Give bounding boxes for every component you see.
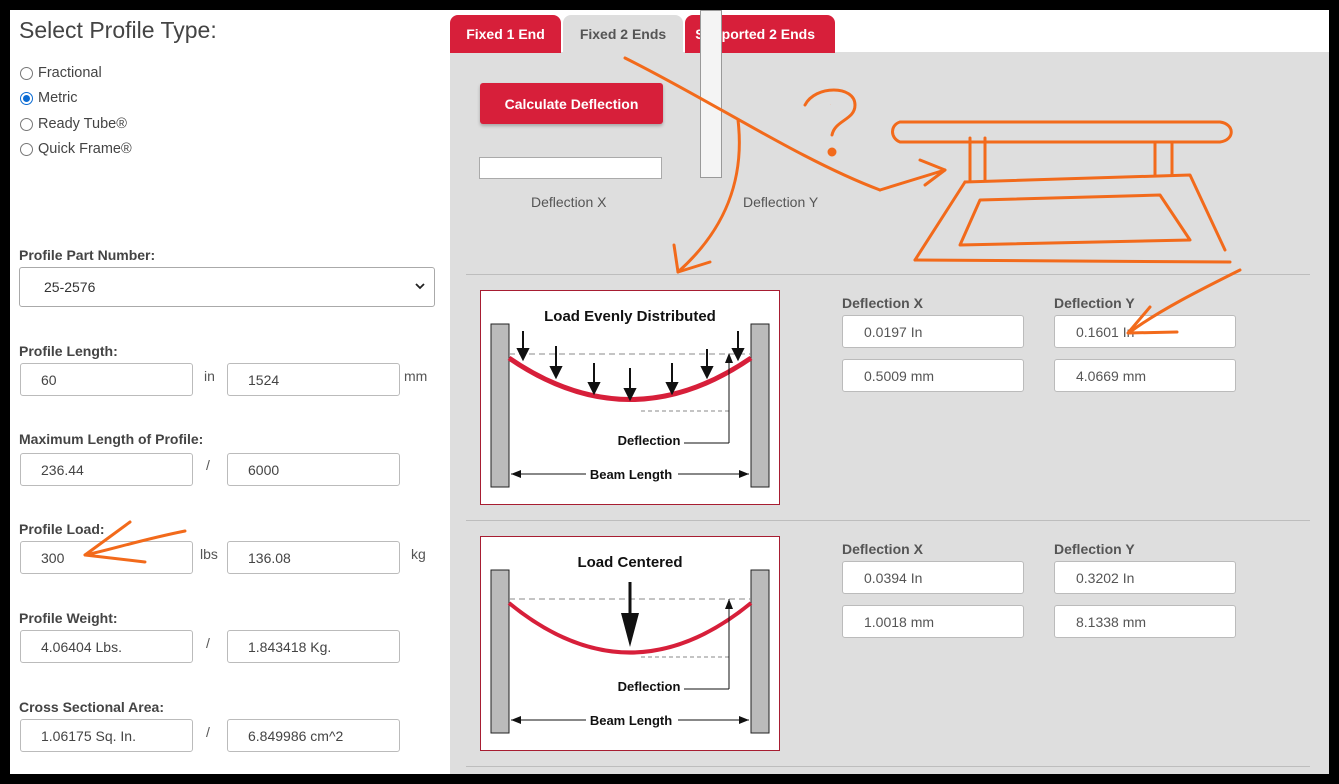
cross-section-cm-input[interactable]: 6.849986 cm^2 (227, 719, 400, 752)
profile-load-kg-input[interactable]: 136.08 (227, 541, 400, 574)
radio-button[interactable] (20, 91, 33, 105)
chevron-down-icon (415, 283, 425, 290)
tab-fixed-2-ends[interactable]: Fixed 2 Ends (563, 15, 683, 53)
radio-quick-frame[interactable]: Quick Frame® (20, 141, 132, 157)
profile-length-in-input[interactable]: 60 (20, 363, 193, 396)
app-frame: Select Profile Type: Fractional Metric R… (10, 10, 1329, 774)
profile-length-mm-input[interactable]: 1524 (227, 363, 400, 396)
result-deflection-y-label: Deflection Y (1054, 541, 1135, 557)
divider (466, 520, 1310, 521)
beam-diagram-distributed: Load Evenly Distributed Deflection Beam … (490, 308, 770, 488)
separator: / (206, 635, 210, 651)
radio-button[interactable] (20, 117, 33, 131)
profile-load-label: Profile Load: (19, 521, 105, 537)
unit-in: in (204, 368, 215, 384)
deflection-panel: Fixed 1 End Fixed 2 Ends Supported 2 End… (450, 10, 1329, 774)
result-deflection-y-label: Deflection Y (1054, 295, 1135, 311)
calculate-deflection-button[interactable]: Calculate Deflection (480, 83, 663, 124)
result-deflection-x-label: Deflection X (842, 541, 923, 557)
cross-section-in-input[interactable]: 1.06175 Sq. In. (20, 719, 193, 752)
deflection-x-in-output[interactable]: 0.0197 In (842, 315, 1024, 348)
profile-weight-label: Profile Weight: (19, 610, 118, 626)
beam-diagram-centered: Load Centered Deflection Beam Length (490, 554, 770, 734)
radio-label: Quick Frame® (38, 141, 132, 157)
radio-ready-tube[interactable]: Ready Tube® (20, 116, 127, 132)
deflection-y-in-output[interactable]: 0.1601 In (1054, 315, 1236, 348)
max-length-mm-input[interactable]: 6000 (227, 453, 400, 486)
profile-length-label: Profile Length: (19, 343, 118, 359)
result-deflection-x-label: Deflection X (842, 295, 923, 311)
diagram-title: Load Centered (577, 554, 682, 571)
deflection-caption: Deflection (618, 433, 681, 448)
deflection-caption: Deflection (618, 679, 681, 694)
separator: / (206, 457, 210, 473)
radio-fractional[interactable]: Fractional (20, 65, 102, 81)
unit-kg: kg (411, 546, 426, 562)
separator: / (206, 724, 210, 740)
profile-load-lbs-input[interactable]: 300 (20, 541, 193, 574)
load-arrows (516, 331, 745, 402)
unit-lbs: lbs (200, 546, 218, 562)
part-number-select[interactable]: 25-2576 (19, 267, 435, 307)
unit-mm: mm (404, 368, 428, 384)
profile-weight-kg-input[interactable]: 1.843418 Kg. (227, 630, 400, 663)
deflection-x-mm-output[interactable]: 0.5009 mm (842, 359, 1024, 392)
radio-label: Ready Tube® (38, 116, 127, 132)
divider (466, 274, 1310, 275)
deflection-input[interactable] (479, 157, 662, 179)
diagram-title: Load Evenly Distributed (544, 308, 716, 325)
deflection-x-label: Deflection X (531, 194, 607, 210)
beam-length-caption: Beam Length (590, 713, 672, 728)
deflection-x-in-output[interactable]: 0.0394 In (842, 561, 1024, 594)
deflection-y-in-output[interactable]: 0.3202 In (1054, 561, 1236, 594)
divider (466, 766, 1310, 767)
distributed-load-diagram: Load Evenly Distributed Deflection Beam … (480, 290, 780, 505)
radio-button[interactable] (20, 142, 33, 156)
profile-settings-panel: Select Profile Type: Fractional Metric R… (10, 10, 450, 774)
scrollbar[interactable] (700, 10, 722, 178)
deflection-y-label: Deflection Y (743, 194, 819, 210)
part-number-value: 25-2576 (44, 279, 96, 295)
radio-metric[interactable]: Metric (20, 90, 77, 106)
radio-label: Fractional (38, 65, 102, 81)
radio-label: Metric (38, 90, 78, 106)
deflection-x-mm-output[interactable]: 1.0018 mm (842, 605, 1024, 638)
beam-length-caption: Beam Length (590, 467, 672, 482)
max-length-in-input[interactable]: 236.44 (20, 453, 193, 486)
profile-weight-lbs-input[interactable]: 4.06404 Lbs. (20, 630, 193, 663)
radio-button[interactable] (20, 66, 33, 80)
part-number-label: Profile Part Number: (19, 247, 156, 263)
page-title: Select Profile Type: (19, 17, 217, 43)
deflection-y-mm-output[interactable]: 4.0669 mm (1054, 359, 1236, 392)
cross-section-label: Cross Sectional Area: (19, 699, 164, 715)
centered-load-diagram: Load Centered Deflection Beam Length (480, 536, 780, 751)
tab-fixed-1-end[interactable]: Fixed 1 End (450, 15, 561, 53)
deflection-y-mm-output[interactable]: 8.1338 mm (1054, 605, 1236, 638)
max-length-label: Maximum Length of Profile: (19, 431, 204, 447)
